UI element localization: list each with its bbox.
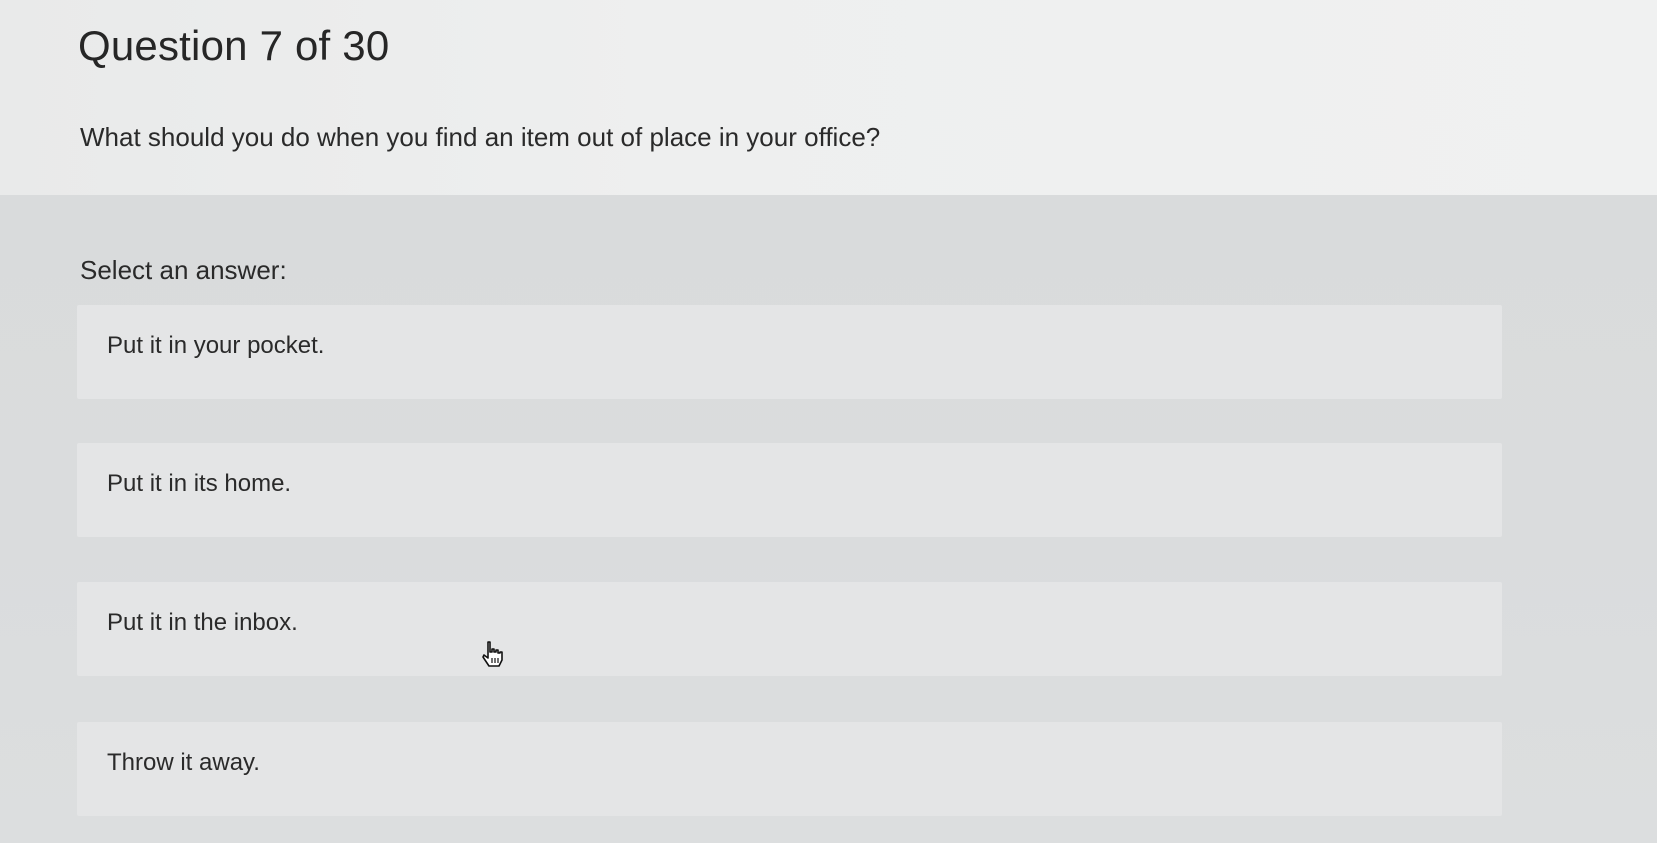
answer-option-label: Put it in your pocket. [107,332,325,359]
answer-option-label: Put it in the inbox. [107,609,298,636]
select-answer-label: Select an answer: [80,255,287,285]
question-header: Question 7 of 30 What should you do when… [0,0,1657,195]
answer-option-inbox[interactable]: Put it in the inbox. [77,582,1502,676]
answer-option-label: Put it in its home. [107,470,292,497]
answer-option-pocket[interactable]: Put it in your pocket. [77,305,1502,399]
question-text: What should you do when you find an item… [80,122,881,152]
answer-option-label: Throw it away. [107,749,260,776]
answer-option-home[interactable]: Put it in its home. [77,443,1502,537]
answer-option-throw-away[interactable]: Throw it away. [77,722,1502,816]
question-counter: Question 7 of 30 [78,22,390,69]
hand-pointer-icon [480,640,506,668]
